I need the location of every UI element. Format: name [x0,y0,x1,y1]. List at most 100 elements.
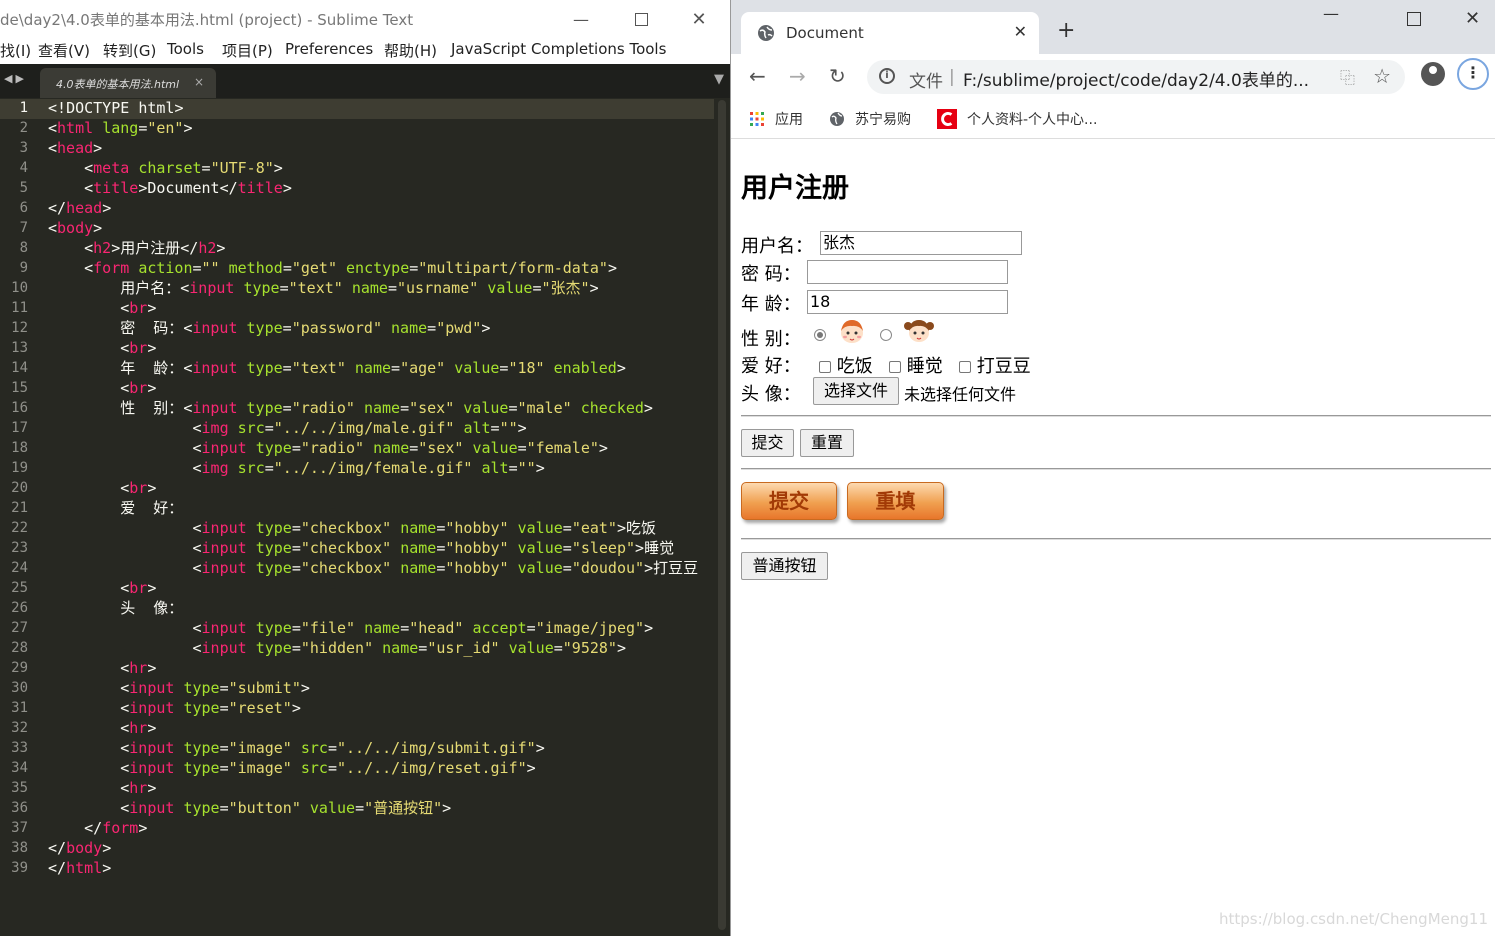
translate-icon[interactable]: ⿻ [1340,67,1355,88]
maximize-icon[interactable] [1407,12,1421,26]
code-line[interactable]: 头 像： [48,598,714,618]
editor-scrollbar[interactable] [718,100,726,930]
tab-close-icon[interactable]: × [194,75,204,89]
reset-button[interactable]: 重置 [800,429,854,457]
menu-kebab-icon[interactable]: ⋮ [1457,58,1489,90]
code-line[interactable]: <input type="file" name="head" accept="i… [48,618,714,638]
hobby-doudou-checkbox[interactable] [959,361,971,373]
code-line[interactable]: </form> [48,818,714,838]
code-line[interactable]: </head> [48,198,714,218]
line-number: 5 [19,180,28,196]
code-line[interactable]: <input type="radio" name="sex" value="fe… [48,438,714,458]
minimize-button[interactable]: — [552,0,610,38]
code-line[interactable]: <br> [48,478,714,498]
menu-goto[interactable]: 转到(G) [103,40,156,61]
code-line[interactable]: <!DOCTYPE html> [48,98,714,118]
hobby-sleep[interactable]: 睡觉 [889,352,943,378]
menu-view[interactable]: 查看(V) [38,40,90,61]
code-line[interactable]: <input type="checkbox" name="hobby" valu… [48,558,714,578]
code-line[interactable]: <input type="image" src="../../img/reset… [48,758,714,778]
code-line[interactable]: <hr> [48,718,714,738]
file-tab-label: 4.0表单的基本用法.html [56,78,180,91]
tab-close-icon[interactable]: ✕ [1014,22,1027,41]
hobby-eat-checkbox[interactable] [819,361,831,373]
browser-tab[interactable]: Document ✕ [741,12,1039,54]
address-bar[interactable]: i 文件 | F:/sublime/project/code/day2/4.0表… [867,60,1405,94]
code-line[interactable]: <input type="button" value="普通按钮"> [48,798,714,818]
code-line[interactable]: <input type="submit"> [48,678,714,698]
line-number: 27 [11,620,28,636]
menu-help[interactable]: 帮助(H) [384,40,437,61]
hobby-sleep-checkbox[interactable] [889,361,901,373]
code-line[interactable]: </html> [48,858,714,878]
code-line[interactable]: 爱 好： [48,498,714,518]
bookmark-apps[interactable]: 应用 [749,109,803,129]
code-line[interactable]: <input type="checkbox" name="hobby" valu… [48,538,714,558]
code-line[interactable]: <html lang="en"> [48,118,714,138]
url-text[interactable]: F:/sublime/project/code/day2/4.0表单的... [963,66,1309,91]
menu-find[interactable]: 找(I) [0,40,31,61]
line-number: 18 [11,440,28,456]
code-line[interactable]: <input type="hidden" name="usr_id" value… [48,638,714,658]
code-line[interactable]: <input type="reset"> [48,698,714,718]
code-line[interactable]: <br> [48,338,714,358]
code-line[interactable]: <hr> [48,778,714,798]
bookmark-star-icon[interactable]: ☆ [1373,64,1391,88]
tab-nav-arrows-icon[interactable]: ◀▶ [4,72,27,85]
menu-tools[interactable]: Tools [167,40,204,58]
forward-icon[interactable]: → [789,64,806,88]
code-line[interactable]: <meta charset="UTF-8"> [48,158,714,178]
username-input[interactable]: 张杰 [820,231,1022,255]
code-line[interactable]: <br> [48,578,714,598]
back-icon[interactable]: ← [749,64,766,88]
new-tab-icon[interactable]: + [1057,18,1075,43]
sex-radio-male[interactable] [814,329,826,341]
submit-button[interactable]: 提交 [741,429,794,457]
code-line[interactable]: <title>Document</title> [48,178,714,198]
minimize-icon[interactable]: — [1323,4,1339,23]
reload-icon[interactable]: ↻ [829,64,846,88]
code-line[interactable]: <head> [48,138,714,158]
code-line[interactable]: <br> [48,298,714,318]
code-line[interactable]: </body> [48,838,714,858]
hobby-doudou[interactable]: 打豆豆 [959,352,1031,378]
tab-dropdown-icon[interactable]: ▼ [714,72,724,87]
bookmark-csdn[interactable]: 个人资料-个人中心... [937,109,1097,129]
code-line[interactable]: <img src="../../img/male.gif" alt=""> [48,418,714,438]
tab-bar: ◀▶ 4.0表单的基本用法.html × ▼ [0,64,730,98]
age-input[interactable]: 18 [807,290,1008,314]
divider [741,415,1491,417]
bookmark-label: 个人资料-个人中心... [967,112,1098,128]
code-line[interactable]: <input type="image" src="../../img/submi… [48,738,714,758]
choose-file-button[interactable]: 选择文件 [813,377,899,405]
code-line[interactable]: <hr> [48,658,714,678]
menu-preferences[interactable]: Preferences [285,40,373,58]
plain-button[interactable]: 普通按钮 [741,552,828,580]
bookmark-suning[interactable]: 苏宁易购 [829,109,911,129]
menu-js-completions[interactable]: JavaScript Completions Tools [451,40,666,58]
password-input[interactable] [807,260,1008,284]
info-icon[interactable]: i [879,68,895,84]
code-line[interactable]: 密 码：<input type="password" name="pwd"> [48,318,714,338]
close-button[interactable]: ✕ [670,0,728,38]
code-line[interactable]: <h2>用户注册</h2> [48,238,714,258]
menu-project[interactable]: 项目(P) [222,40,273,61]
code-line[interactable]: <input type="checkbox" name="hobby" valu… [48,518,714,538]
sex-radio-female[interactable] [880,329,892,341]
line-number-gutter: 1 2 3 4 5 6 7 8 9 10 11 12 13 14 15 16 17 18 19 20 21 22 23 24 2… [0,98,40,936]
code-line[interactable]: 用户名：<input type="text" name="usrname" va… [48,278,714,298]
code-line[interactable]: <body> [48,218,714,238]
close-icon[interactable]: ✕ [1465,8,1480,29]
code-line[interactable]: 性 别：<input type="radio" name="sex" value… [48,398,714,418]
file-tab[interactable]: 4.0表单的基本用法.html × [40,68,216,98]
code-line[interactable]: <img src="../../img/female.gif" alt=""> [48,458,714,478]
image-submit-button[interactable]: 提交 [741,482,837,520]
maximize-button[interactable] [612,0,670,38]
code-line[interactable]: <form action="" method="get" enctype="mu… [48,258,714,278]
profile-icon[interactable] [1421,62,1445,86]
code-editor[interactable]: <!DOCTYPE html> <html lang="en"> <head> <m… [48,98,714,936]
image-reset-button[interactable]: 重填 [847,482,944,520]
hobby-eat[interactable]: 吃饭 [819,352,873,378]
code-line[interactable]: 年 龄：<input type="text" name="age" value=… [48,358,714,378]
code-line[interactable]: <br> [48,378,714,398]
